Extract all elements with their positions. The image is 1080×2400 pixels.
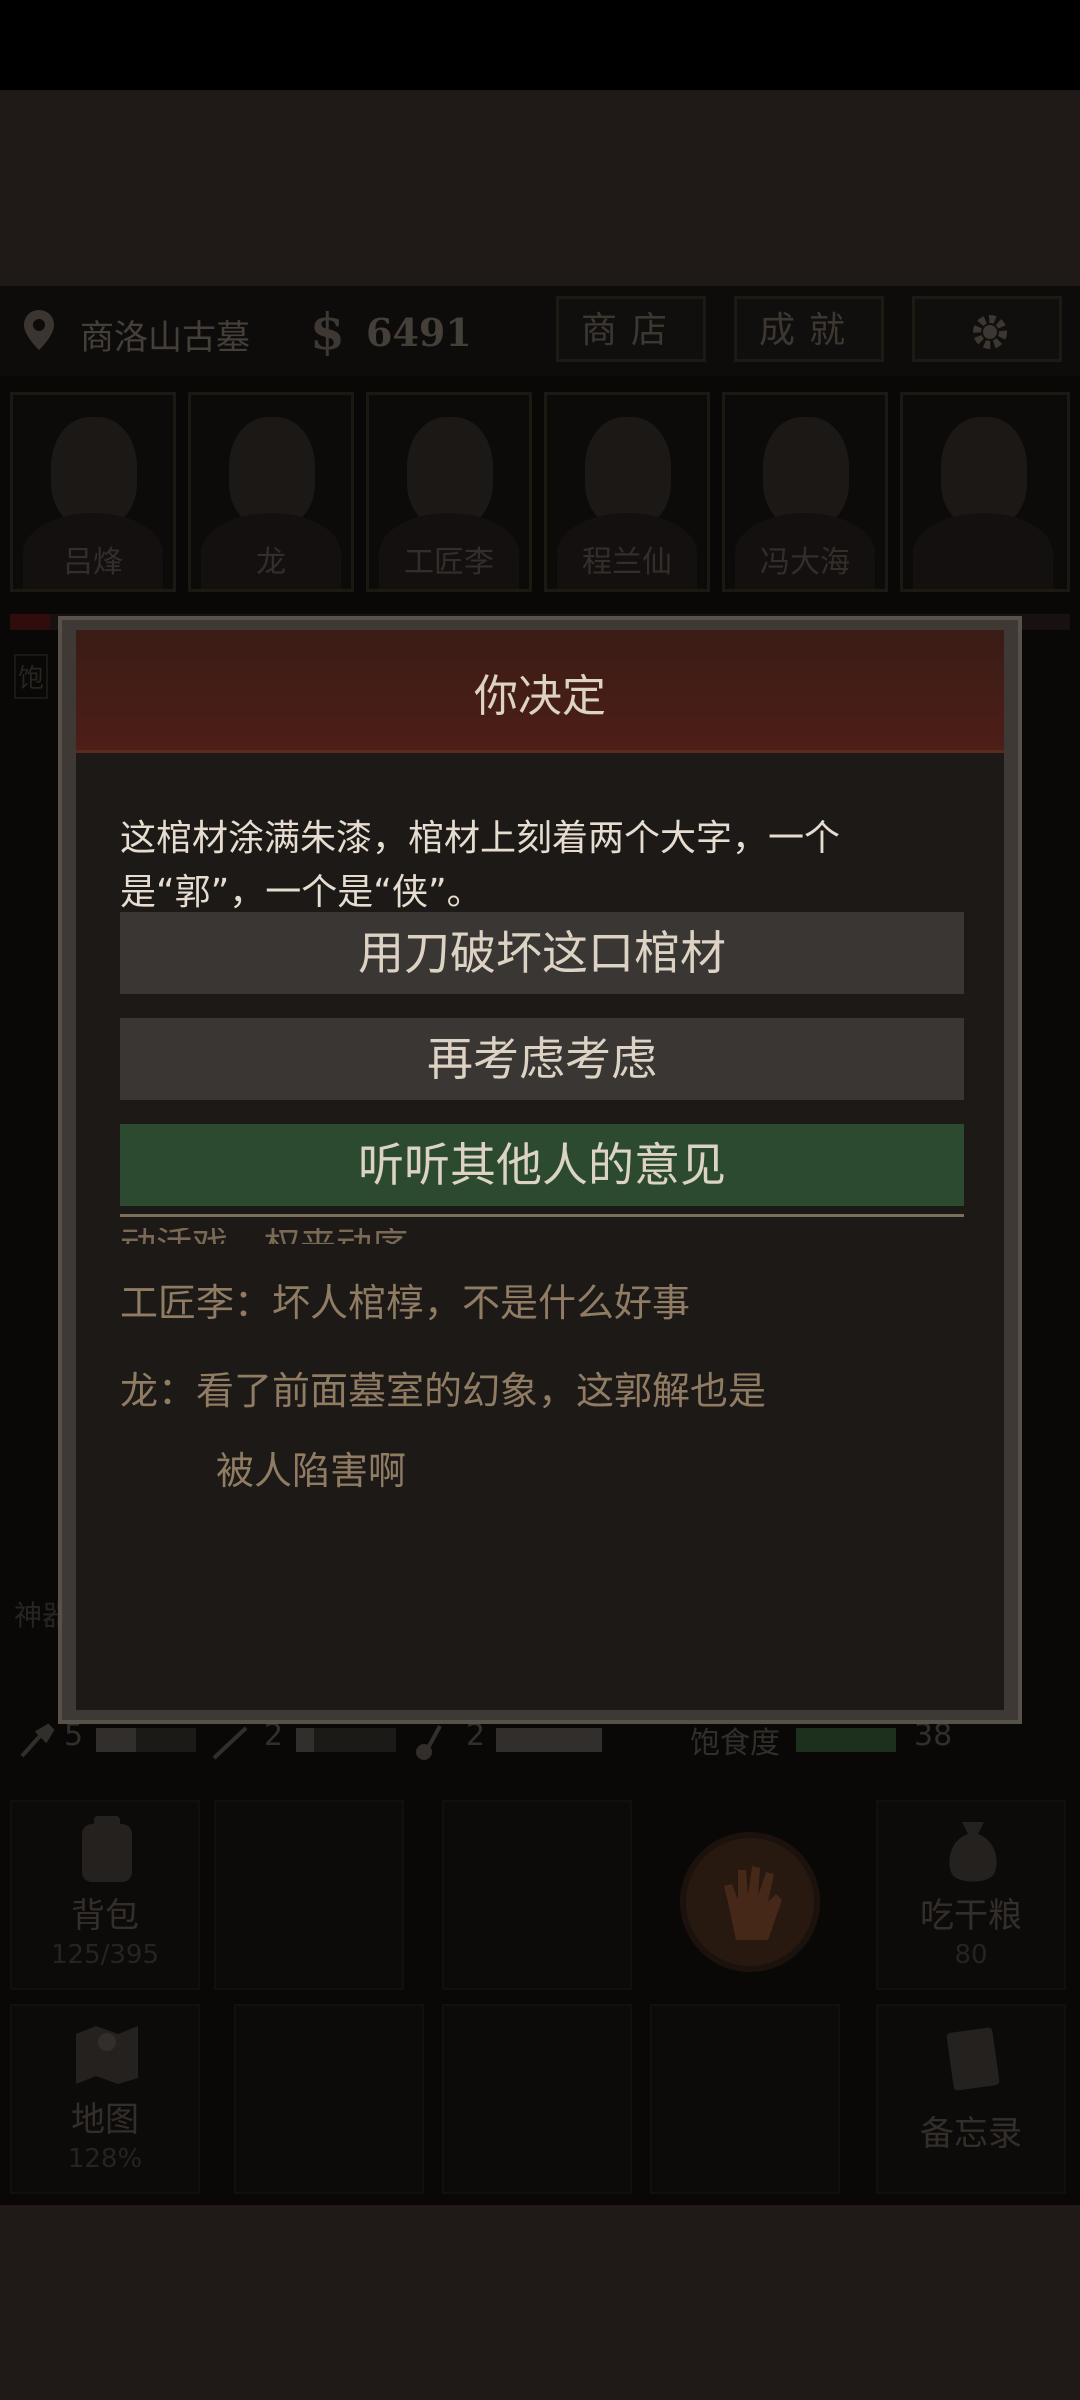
option-destroy-coffin-button[interactable]: 用刀破坏这口棺材	[120, 912, 964, 994]
option-reconsider-button[interactable]: 再考虑考虑	[120, 1018, 964, 1100]
option-ask-others-button[interactable]: 听听其他人的意见	[120, 1124, 964, 1206]
dialog-divider	[120, 1214, 964, 1217]
log-line: 工匠李：坏人棺椁，不是什么好事	[120, 1281, 691, 1325]
log-cutoff-line: 动活戏，权来动序	[120, 1228, 964, 1244]
dialog-header: 你决定	[76, 630, 1004, 753]
dialog-title: 你决定	[474, 671, 606, 722]
top-system-band	[0, 90, 1080, 286]
bottom-system-band	[0, 2205, 1080, 2400]
decision-dialog: 你决定 这棺材涂满朱漆，棺材上刻着两个大字，一个是“郭”，一个是“侠”。 用刀破…	[58, 616, 1022, 1724]
log-line: 龙：看了前面墓室的幻象，这郭解也是	[120, 1369, 767, 1413]
log-line: 被人陷害啊	[216, 1449, 407, 1493]
dialog-description: 这棺材涂满朱漆，棺材上刻着两个大字，一个是“郭”，一个是“侠”。	[120, 818, 841, 913]
game-screen: 商洛山古墓 $ 6491 商店 成就 吕烽 龙 工匠李 程兰仙 冯大海 饱 神器…	[0, 286, 1080, 2205]
